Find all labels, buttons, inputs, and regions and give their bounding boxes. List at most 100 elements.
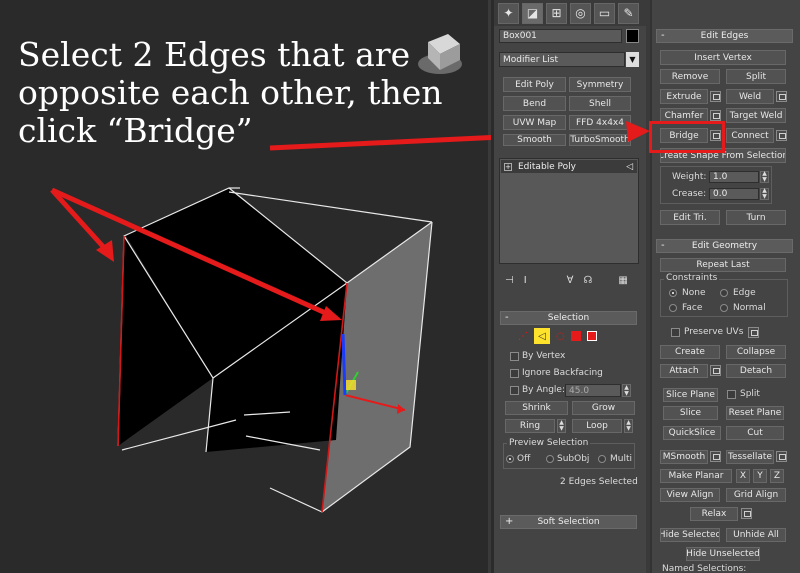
ring-spinner[interactable]: ▲ ▼ [557, 419, 566, 433]
grow-button[interactable]: Grow [572, 401, 635, 415]
cut-button[interactable]: Cut [726, 426, 784, 440]
ignore-backfacing-checkbox[interactable] [510, 369, 519, 378]
tessellate-button[interactable]: Tessellate [726, 450, 774, 464]
planar-z-button[interactable]: Z [770, 469, 784, 483]
slice-button[interactable]: Slice [663, 406, 718, 420]
target-weld-button[interactable]: Target Weld [726, 108, 786, 123]
ffd-4x4x4-button[interactable]: FFD 4x4x4 [569, 115, 631, 130]
extrude-settings-icon[interactable] [710, 91, 721, 102]
crease-field[interactable]: 0.0 [709, 188, 759, 200]
reset-plane-button[interactable]: Reset Plane [726, 406, 784, 420]
edge-mode-icon[interactable]: ◁ [534, 328, 550, 344]
constraint-normal-radio[interactable] [720, 304, 728, 312]
angle-field[interactable]: 45.0 [565, 384, 621, 397]
bend-button[interactable]: Bend [503, 96, 566, 111]
planar-y-button[interactable]: Y [753, 469, 767, 483]
constraint-none-radio[interactable] [669, 289, 677, 297]
chevron-down-icon[interactable]: ▼ [626, 52, 639, 67]
utilities-icon[interactable]: ✎ [618, 2, 639, 24]
configure-sets-icon[interactable]: ▦ [618, 275, 627, 286]
motion-icon[interactable]: ◎ [570, 2, 591, 24]
collapse-button[interactable]: Collapse [726, 345, 786, 359]
turn-button[interactable]: Turn [726, 210, 786, 225]
preserve-uvs-settings-icon[interactable] [748, 327, 759, 338]
insert-vertex-button[interactable]: Insert Vertex [660, 50, 786, 65]
edit-poly-button[interactable]: Edit Poly [503, 77, 566, 92]
vertex-mode-icon[interactable]: ⋰ [518, 331, 528, 342]
polygon-mode-icon[interactable] [570, 331, 581, 341]
quickslice-button[interactable]: QuickSlice [663, 426, 721, 440]
element-mode-icon[interactable] [586, 331, 597, 341]
object-color-swatch[interactable] [626, 29, 639, 43]
preview-multi-radio[interactable] [598, 455, 606, 463]
symmetry-button[interactable]: Symmetry [569, 77, 631, 92]
modifier-stack[interactable]: + Editable Poly ◁ [499, 158, 639, 264]
edit-edges-rollout-header[interactable]: - Edit Edges [656, 29, 793, 43]
split-checkbox[interactable] [727, 390, 736, 399]
preserve-uvs-checkbox[interactable] [671, 328, 680, 337]
repeat-last-button[interactable]: Repeat Last [660, 258, 786, 272]
object-name-field[interactable]: Box001 [499, 29, 622, 43]
relax-button[interactable]: Relax [690, 507, 738, 521]
edit-tri-button[interactable]: Edit Tri. [660, 210, 720, 225]
edit-geometry-rollout-header[interactable]: - Edit Geometry [656, 239, 793, 253]
hierarchy-icon[interactable]: ⊞ [546, 2, 567, 24]
modify-icon[interactable]: ◪ [522, 2, 543, 24]
by-angle-checkbox[interactable] [510, 386, 519, 395]
weld-button[interactable]: Weld [726, 89, 774, 104]
stack-item-editable-poly[interactable]: + Editable Poly ◁ [501, 160, 637, 173]
hide-unselected-button[interactable]: Hide Unselected [686, 547, 760, 561]
grid-align-button[interactable]: Grid Align [726, 488, 786, 502]
extrude-button[interactable]: Extrude [660, 89, 708, 104]
preview-off-radio[interactable] [506, 455, 514, 463]
weld-settings-icon[interactable] [776, 91, 787, 102]
ring-button[interactable]: Ring [505, 419, 555, 433]
viewport[interactable]: Select 2 Edges that are opposite each ot… [0, 0, 491, 573]
attach-settings-icon[interactable] [710, 365, 721, 376]
tessellate-settings-icon[interactable] [776, 451, 787, 462]
shrink-button[interactable]: Shrink [505, 401, 568, 415]
expand-icon[interactable]: + [504, 162, 512, 171]
uvw-map-button[interactable]: UVW Map [503, 115, 566, 130]
constraint-edge-radio[interactable] [720, 289, 728, 297]
weight-field[interactable]: 1.0 [709, 171, 759, 183]
shell-button[interactable]: Shell [569, 96, 631, 111]
msmooth-settings-icon[interactable] [710, 451, 721, 462]
hide-selected-button[interactable]: Hide Selected [660, 528, 720, 542]
make-unique-icon[interactable]: ∀ [567, 275, 574, 286]
by-vertex-checkbox[interactable] [510, 352, 519, 361]
attach-button[interactable]: Attach [660, 364, 708, 378]
soft-selection-rollout-header[interactable]: + Soft Selection [500, 515, 637, 529]
unhide-all-button[interactable]: Unhide All [726, 528, 786, 542]
loop-spinner[interactable]: ▲ ▼ [624, 419, 633, 433]
pin-stack-icon[interactable]: ⊣ [505, 275, 514, 286]
split-button[interactable]: Split [726, 69, 786, 84]
create-button[interactable]: Create [660, 345, 720, 359]
preview-subobj-radio[interactable] [546, 455, 554, 463]
connect-button[interactable]: Connect [726, 128, 774, 143]
border-mode-icon[interactable]: ◌ [556, 331, 565, 342]
selection-rollout-header[interactable]: - Selection [500, 311, 637, 325]
show-end-result-icon[interactable]: Ⅰ [524, 275, 527, 286]
msmooth-button[interactable]: MSmooth [660, 450, 708, 464]
view-align-button[interactable]: View Align [660, 488, 720, 502]
smooth-button[interactable]: Smooth [503, 134, 566, 146]
constraint-face-radio[interactable] [669, 304, 677, 312]
create-icon[interactable]: ✦ [498, 2, 519, 24]
remove-modifier-icon[interactable]: ☊ [584, 275, 593, 286]
turbosmooth-button[interactable]: TurboSmooth [569, 134, 631, 146]
relax-settings-icon[interactable] [741, 508, 752, 519]
modifier-list-dropdown[interactable]: Modifier List [499, 52, 625, 67]
loop-button[interactable]: Loop [572, 419, 622, 433]
remove-button[interactable]: Remove [660, 69, 720, 84]
make-planar-button[interactable]: Make Planar [660, 469, 732, 483]
chamfer-settings-icon[interactable] [710, 110, 721, 121]
pin-icon[interactable]: ◁ [626, 162, 633, 172]
planar-x-button[interactable]: X [736, 469, 750, 483]
connect-settings-icon[interactable] [776, 130, 787, 141]
slice-plane-button[interactable]: Slice Plane [663, 388, 718, 402]
detach-button[interactable]: Detach [726, 364, 786, 378]
angle-spinner[interactable]: ▲ ▼ [622, 384, 631, 397]
display-icon[interactable]: ▭ [594, 2, 615, 24]
weight-spinner[interactable]: ▲ ▼ [760, 171, 769, 183]
